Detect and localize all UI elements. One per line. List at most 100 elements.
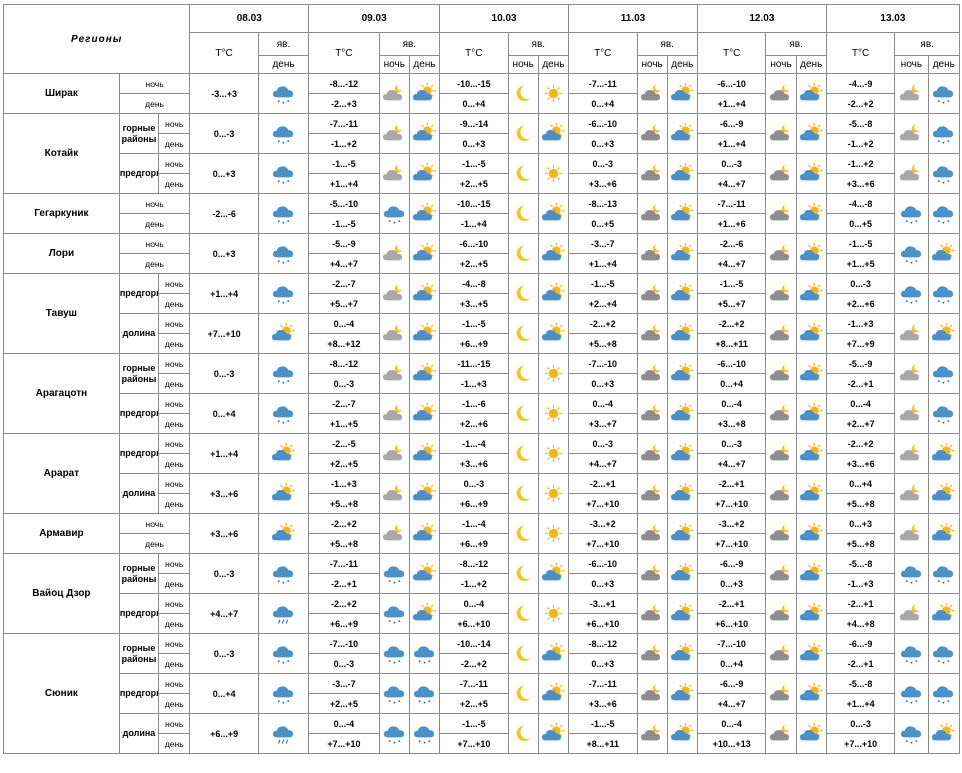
partly-cloudy-day-icon [410,282,438,305]
weather-cell [927,153,961,194]
temp-night-cell: -2...-7 [308,273,380,294]
temp-night-cell: -8...-12 [439,553,509,574]
temp-night-cell: -8...-12 [308,353,380,374]
partly-cloudy-day-icon [539,682,567,705]
partly-cloudy-day-icon [410,562,438,585]
weather-cell [537,353,570,394]
weather-cell [927,313,961,354]
partly-cloudy-night-icon [380,163,408,185]
weather-cell [408,313,441,354]
weather-cell [507,73,539,114]
weather-cell [408,73,441,114]
temp-night-cell: -1...-5 [696,273,767,294]
weather-cell [795,313,827,354]
snow-cloud-icon [929,203,958,225]
temp-day-cell: +6...+9 [308,613,380,634]
cloudy-night-icon [638,683,666,705]
cloudy-night-icon [638,283,666,305]
day-label: день [158,173,191,194]
partly-cloudy-day-icon [410,362,438,385]
sun-icon [539,603,567,625]
partly-cloudy-day-icon [410,322,438,345]
weather-cell [927,353,961,394]
partly-cloudy-day-icon [929,722,958,745]
weather-cell [927,553,961,594]
phen-header: яв. [378,32,441,56]
weather-cell [257,593,310,634]
subregion-name: горные районы [118,113,160,154]
rain-snow-cloud-icon [259,683,307,705]
snow-cloud-icon [380,603,408,625]
weather-cell [795,673,827,714]
cloudy-night-icon [767,283,795,305]
temp-day-cell: +6...+10 [439,613,509,634]
rain-snow-cloud-icon [259,403,307,425]
rain-snow-cloud-icon [259,163,307,185]
weather-cell [894,593,929,634]
weather-cell [408,713,441,754]
weather-cell [666,393,698,434]
weather-cell [927,633,961,674]
weather-cell [894,193,929,234]
sun-icon [539,83,567,105]
sun-icon [539,363,567,385]
weather-cell [666,233,698,274]
temp-day-cell: +4...+7 [696,453,767,474]
temp-day-cell: +7...+10 [568,493,638,514]
temp-day-cell: +5...+8 [308,493,380,514]
weather-cell [765,313,797,354]
rain-snow-cloud-icon [929,283,958,305]
weather-cell [378,233,410,274]
snow-cloud-icon [259,283,307,305]
cloudy-night-icon [767,443,795,465]
weather-cell [378,513,410,554]
weather-cell [636,393,668,434]
weather-cell [408,633,441,674]
partly-cloudy-day-icon [410,522,438,545]
temp-night-cell: 0...+3 [825,513,896,534]
weather-cell [537,593,570,634]
temp-night-cell: -5...-8 [825,553,896,574]
temp-day-cell: 0...-3 [308,653,380,674]
weather-cell [507,513,539,554]
day-label: день [158,653,191,674]
temp-day-cell: -2...+1 [308,573,380,594]
cloudy-night-icon [638,123,666,145]
partly-cloudy-day-icon [929,482,958,505]
temp-night-cell: -4...-8 [825,193,896,214]
partly-cloudy-night-icon [896,523,927,545]
temp-night-cell: -5...-9 [825,353,896,374]
date-header: 11.03 [568,4,698,33]
temp-night-cell: -1...+3 [825,313,896,334]
weather-cell [894,673,929,714]
night-label: ночь [118,513,191,534]
partly-cloudy-night-icon [380,443,408,465]
partly-cloudy-day-icon [797,202,825,225]
temp-day-cell: 0...+4 [439,93,509,114]
weather-cell [257,313,310,354]
night-label: ночь [158,473,191,494]
partly-cloudy-day-icon [539,322,567,345]
weather-cell [894,713,929,754]
weather-cell [666,193,698,234]
temp-night-cell: -2...+2 [696,313,767,334]
partly-cloudy-night-icon [896,163,927,185]
weather-cell [666,433,698,474]
moon-icon [509,683,537,705]
temp-day-cell: +6...+9 [439,333,509,354]
sun-icon [539,403,567,425]
partly-cloudy-day-icon [668,402,696,425]
subregion-name: долина [118,473,160,514]
subregion-name: горные районы [118,553,160,594]
partly-cloudy-day-icon [668,562,696,585]
region-name: Тавуш [3,273,120,354]
temp-night-cell: -4...-8 [439,273,509,294]
weather-cell [636,593,668,634]
weather-cell [378,113,410,154]
rain-snow-cloud-icon [259,203,307,225]
weather-cell [927,273,961,314]
temp-night-cell: 0...-3 [568,153,638,174]
partly-cloudy-night-icon [896,443,927,465]
weather-cell [378,73,410,114]
temp-day-cell: +2...+5 [439,253,509,274]
